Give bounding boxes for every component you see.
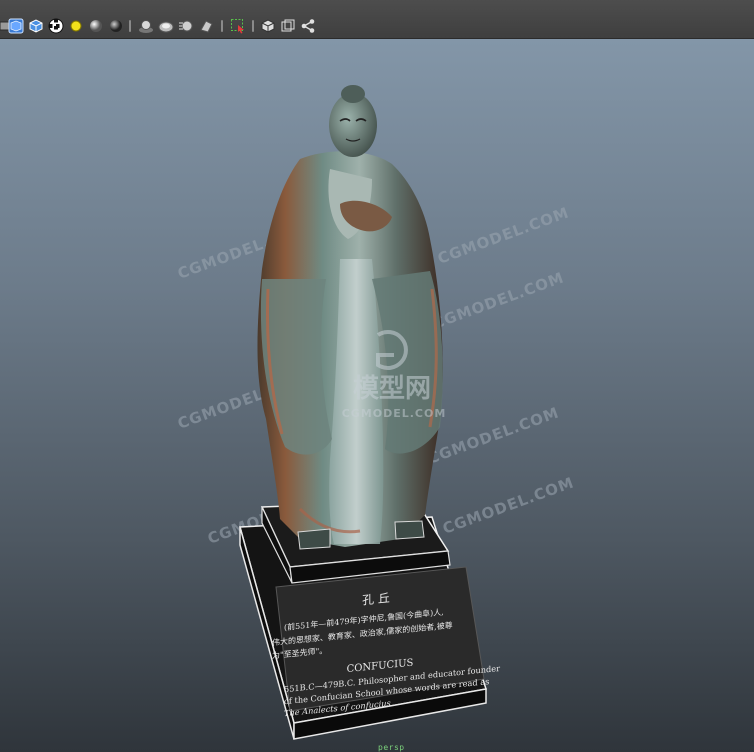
use-default-light-icon[interactable] <box>68 18 84 34</box>
sharing-icon[interactable] <box>300 18 316 34</box>
motion-blur-icon[interactable] <box>178 18 194 34</box>
scene-canvas: CGMODEL.COM CGMODEL.COM CGMODEL.COM CGMO… <box>175 85 577 740</box>
smooth-shade-cube-icon[interactable] <box>8 18 24 34</box>
logo-watermark-site: CGMODEL.COM <box>342 407 447 420</box>
xray-icon[interactable] <box>260 18 276 34</box>
logo-watermark-text: 模型网 <box>353 374 431 404</box>
watermark-text: CGMODEL.COM <box>430 268 566 332</box>
viewport-toolbar <box>0 0 754 39</box>
toolbar-separator <box>221 20 223 32</box>
shaded-sphere-icon[interactable] <box>88 18 104 34</box>
toolbar-separator <box>252 20 254 32</box>
toolbar-separator <box>129 20 131 32</box>
watermark-text: CGMODEL.COM <box>440 473 576 537</box>
shadows-icon[interactable] <box>138 18 154 34</box>
texture-checker-icon[interactable] <box>48 18 64 34</box>
wireframe-cube-icon[interactable] <box>28 18 44 34</box>
dark-sphere-icon[interactable] <box>108 18 124 34</box>
isolate-select-icon[interactable] <box>230 18 246 34</box>
anti-alias-icon[interactable] <box>198 18 214 34</box>
ambient-occlusion-icon[interactable] <box>158 18 174 34</box>
maya-viewport-window: CGMODEL.COM CGMODEL.COM CGMODEL.COM CGMO… <box>0 0 754 752</box>
plaque-title-cn: 孔 丘 <box>362 591 390 608</box>
perspective-viewport[interactable]: CGMODEL.COM CGMODEL.COM CGMODEL.COM CGMO… <box>0 39 754 752</box>
backface-culling-icon[interactable] <box>280 18 296 34</box>
watermark-text: CGMODEL.COM <box>435 203 571 267</box>
camera-name-label: persp <box>378 743 405 752</box>
confucius-statue-model[interactable] <box>257 85 443 550</box>
